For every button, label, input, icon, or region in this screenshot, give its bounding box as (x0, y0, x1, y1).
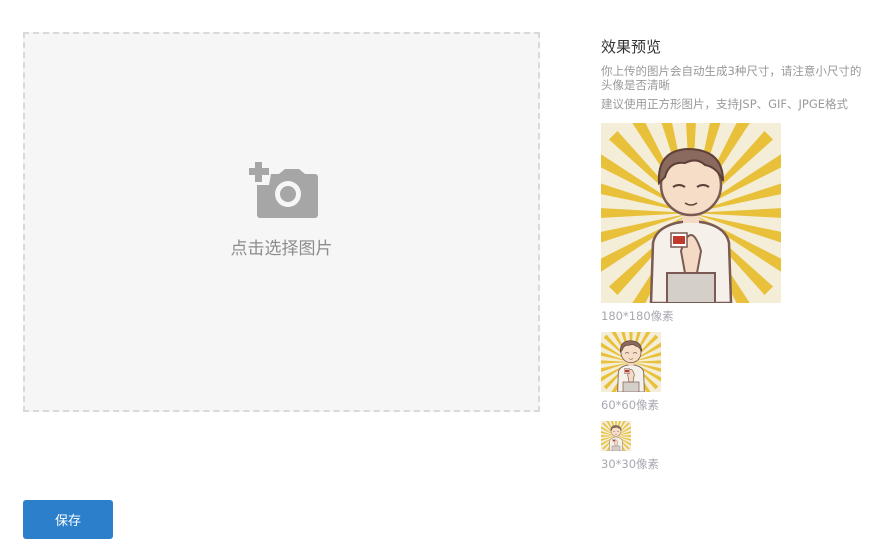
save-button[interactable]: 保存 (23, 500, 113, 539)
image-upload-area[interactable]: 点击选择图片 (23, 32, 540, 412)
size-label-small: 30*30像素 (601, 457, 660, 471)
avatar-image (601, 332, 661, 392)
avatar-preview-small (601, 421, 631, 451)
avatar-preview-large (601, 123, 781, 303)
avatar-preview-medium (601, 332, 661, 392)
preview-hint: 建议使用正方形图片，支持JSP、GIF、JPGE格式 (601, 97, 849, 111)
size-label-large: 180*180像素 (601, 309, 674, 323)
upload-label: 点击选择图片 (230, 239, 333, 259)
preview-title: 效果预览 (601, 38, 662, 56)
preview-panel: 效果预览 你上传的图片会自动生成3种尺寸，请注意小尺寸的头像是否清晰 建议使用正… (601, 32, 866, 471)
size-label-medium: 60*60像素 (601, 398, 660, 412)
avatar-image (601, 421, 631, 451)
camera-plus-icon (249, 162, 318, 218)
preview-description: 你上传的图片会自动生成3种尺寸，请注意小尺寸的头像是否清晰 (601, 64, 862, 92)
avatar-image (601, 123, 781, 303)
